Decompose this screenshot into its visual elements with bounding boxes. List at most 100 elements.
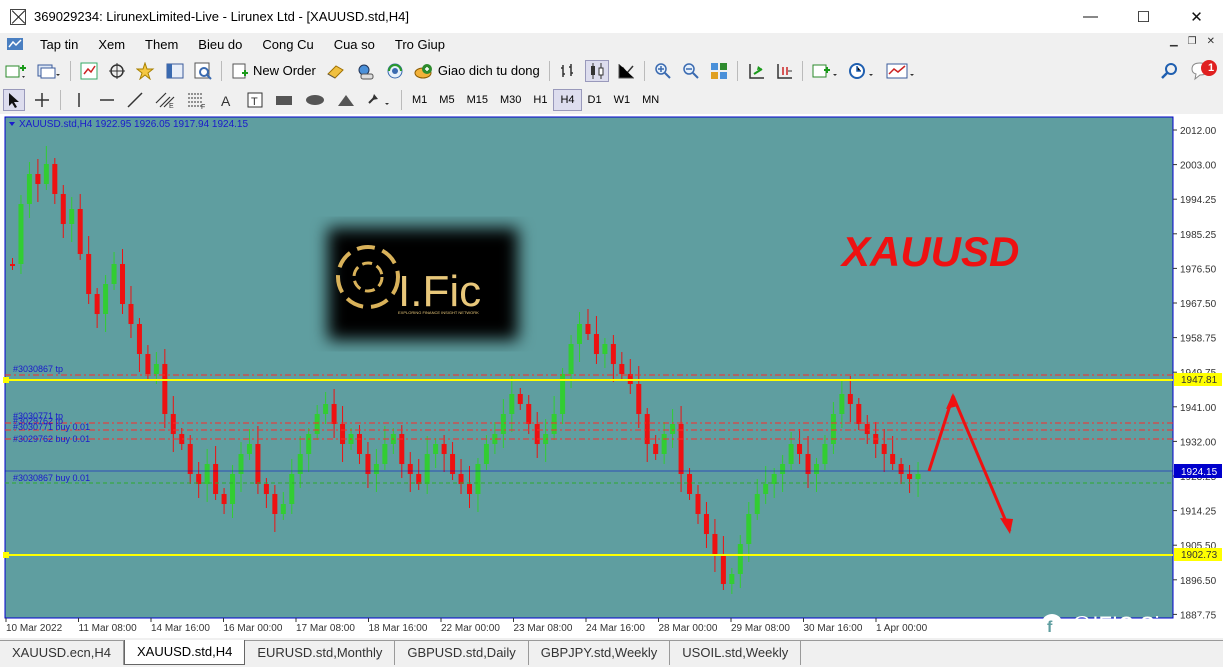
time-tick-label: 23 Mar 08:00	[514, 623, 573, 634]
candle-body	[69, 209, 75, 224]
tab-gbpjpy-weekly[interactable]: GBPJPY.std,Weekly	[529, 641, 671, 665]
chart-shift-icon[interactable]	[773, 60, 795, 82]
trendline-icon[interactable]	[124, 89, 146, 111]
market-watch-icon[interactable]	[78, 60, 100, 82]
timeframe-h4[interactable]: H4	[553, 88, 582, 111]
candle-body	[407, 464, 413, 474]
metaeditor-icon[interactable]	[324, 60, 348, 82]
candle-body	[898, 464, 904, 474]
mdi-minimize-icon[interactable]: ▁	[1170, 36, 1178, 47]
support-level-handle[interactable]	[3, 552, 9, 558]
text-icon[interactable]: A	[216, 89, 238, 111]
horizontal-line-icon[interactable]	[96, 89, 118, 111]
signals-icon[interactable]	[354, 60, 378, 82]
tab-usoil-weekly[interactable]: USOIL.std,Weekly	[670, 641, 802, 665]
rectangle-icon[interactable]	[272, 89, 296, 111]
auto-trading-label: Giao dich tu dong	[437, 63, 540, 78]
maximize-button[interactable]: ☐	[1117, 0, 1170, 33]
periods-icon[interactable]	[846, 60, 878, 82]
candle-body	[26, 174, 32, 204]
timeframe-mn[interactable]: MN	[636, 89, 665, 111]
arrows-icon[interactable]	[364, 89, 394, 111]
time-tick-label: 28 Mar 00:00	[659, 623, 718, 634]
crosshair-icon[interactable]	[31, 89, 53, 111]
price-chart[interactable]: #3030867 tp #3030771 tp #3029762 tp #303…	[0, 114, 1223, 638]
candle-body	[797, 444, 803, 454]
social-handle: @IFIC Signal	[1070, 612, 1201, 637]
mdi-close-icon[interactable]: ✕	[1207, 36, 1215, 47]
time-tick-label: 10 Mar 2022	[6, 623, 63, 634]
menu-help[interactable]: Tro Giup	[385, 37, 455, 52]
profiles-icon[interactable]	[35, 60, 63, 82]
candle-body	[153, 364, 159, 374]
auto-scroll-icon[interactable]	[745, 60, 767, 82]
market-icon[interactable]	[384, 60, 406, 82]
candle-body	[306, 434, 312, 454]
zoom-in-icon[interactable]	[652, 60, 674, 82]
equidistant-channel-icon[interactable]: E	[152, 89, 178, 111]
search-icon[interactable]	[1158, 60, 1180, 82]
separator	[643, 60, 645, 81]
fibonacci-icon[interactable]: F	[184, 89, 210, 111]
candle-body	[585, 324, 591, 334]
new-order-button[interactable]: New Order	[229, 60, 318, 82]
menu-view[interactable]: Xem	[88, 37, 135, 52]
candle-body	[763, 484, 769, 494]
candle-body	[204, 464, 210, 484]
strategy-tester-icon[interactable]	[192, 60, 214, 82]
tile-windows-icon[interactable]	[708, 60, 730, 82]
resistance-level-handle[interactable]	[3, 377, 9, 383]
terminal-icon[interactable]	[164, 60, 186, 82]
timeframe-m30[interactable]: M30	[494, 89, 527, 111]
candle-body	[500, 414, 506, 434]
chart-plot-area[interactable]	[4, 116, 1174, 619]
logo-text: I.Fic	[398, 267, 481, 316]
new-chart-icon[interactable]	[3, 60, 29, 82]
candlestick-icon[interactable]	[584, 59, 609, 82]
time-tick-label: 16 Mar 00:00	[224, 623, 283, 634]
candle-body	[670, 424, 676, 434]
line-chart-icon[interactable]	[615, 60, 637, 82]
candle-body	[382, 444, 388, 464]
favorites-icon[interactable]	[134, 60, 158, 82]
tab-xauusd-std-h4[interactable]: XAUUSD.std,H4	[123, 640, 246, 665]
triangle-icon[interactable]	[334, 89, 358, 111]
timeframe-d1[interactable]: D1	[582, 89, 608, 111]
candle-body	[703, 514, 709, 534]
menu-file[interactable]: Tap tin	[30, 37, 88, 52]
timeframe-m5[interactable]: M5	[433, 89, 460, 111]
notifications-icon[interactable]: 1	[1186, 59, 1220, 82]
timeframe-m1[interactable]: M1	[406, 89, 433, 111]
vertical-line-icon[interactable]	[68, 89, 90, 111]
close-button[interactable]: ✕	[1170, 0, 1223, 33]
zoom-out-icon[interactable]	[680, 60, 702, 82]
candle-body	[373, 464, 379, 474]
menu-window[interactable]: Cua so	[324, 37, 385, 52]
templates-icon[interactable]	[884, 60, 918, 82]
minimize-button[interactable]: —	[1064, 0, 1117, 33]
app-icon	[10, 8, 26, 25]
tab-eurusd-monthly[interactable]: EURUSD.std,Monthly	[245, 641, 396, 665]
menu-charts[interactable]: Bieu do	[188, 37, 252, 52]
price-tick-label: 1967.50	[1180, 299, 1217, 310]
mdi-restore-icon[interactable]: ❐	[1188, 36, 1197, 47]
menu-insert[interactable]: Them	[135, 37, 188, 52]
price-tick-label: 1941.00	[1180, 403, 1217, 414]
timeframe-h1[interactable]: H1	[527, 89, 553, 111]
tab-gbpusd-daily[interactable]: GBPUSD.std,Daily	[395, 641, 529, 665]
text-label-icon[interactable]: T	[244, 89, 266, 111]
candle-body	[323, 404, 329, 414]
candle-body	[86, 254, 92, 294]
candle-body	[94, 294, 100, 314]
auto-trading-button[interactable]: Giao dich tu dong	[412, 60, 542, 82]
tab-xauusd-ecn-h4[interactable]: XAUUSD.ecn,H4	[0, 641, 124, 665]
navigator-icon[interactable]	[106, 60, 128, 82]
candle-body	[602, 344, 608, 354]
indicators-icon[interactable]	[810, 60, 840, 82]
bar-chart-icon[interactable]	[557, 60, 579, 82]
timeframe-w1[interactable]: W1	[608, 89, 637, 111]
ellipse-icon[interactable]	[302, 89, 328, 111]
timeframe-m15[interactable]: M15	[461, 89, 494, 111]
menu-tools[interactable]: Cong Cu	[252, 37, 323, 52]
cursor-icon[interactable]	[3, 88, 25, 111]
